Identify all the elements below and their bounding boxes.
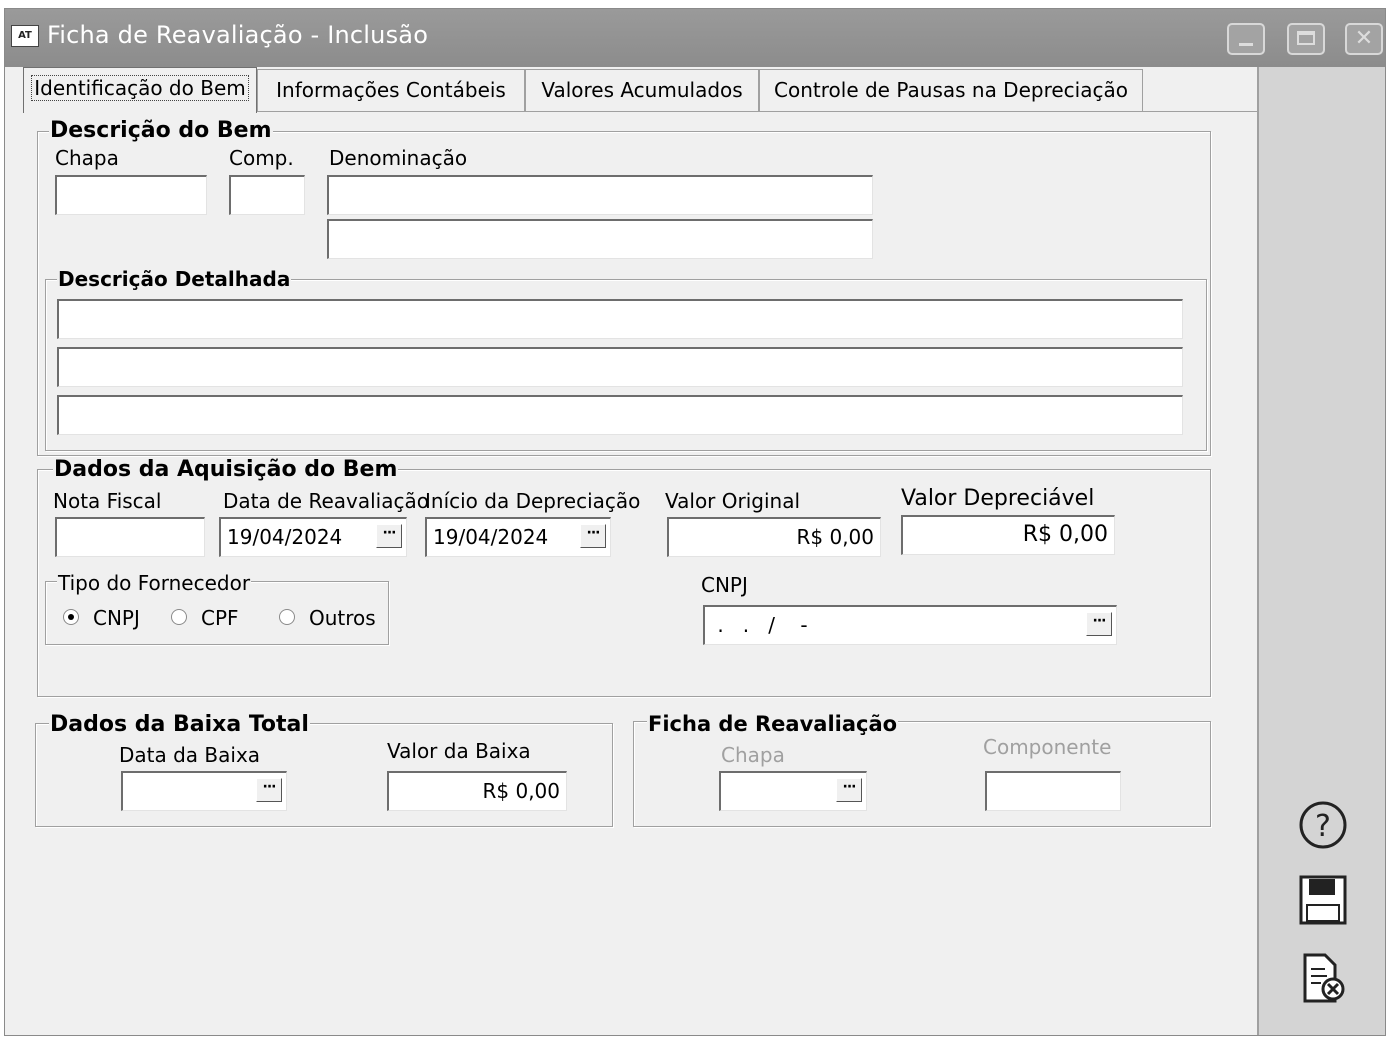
cnpj-mask: . . / - — [711, 613, 808, 637]
nota-fiscal-label: Nota Fiscal — [53, 489, 162, 513]
data-baixa-input[interactable]: ··· — [121, 771, 287, 811]
denominacao-input-1[interactable] — [327, 175, 873, 215]
radio-outros-label[interactable]: Outros — [309, 606, 376, 630]
valor-original-label: Valor Original — [665, 489, 801, 513]
tab-label: Valores Acumulados — [541, 78, 743, 102]
tab-valores-acumulados[interactable]: Valores Acumulados — [525, 69, 759, 111]
radio-cpf-label[interactable]: CPF — [201, 606, 239, 630]
descricao-detalhada-line-1[interactable] — [57, 299, 1183, 339]
comp-label: Comp. — [229, 146, 294, 170]
cnpj-input[interactable]: . . / - ··· — [703, 605, 1117, 645]
tab-label: Controle de Pausas na Depreciação — [774, 78, 1128, 102]
valor-baixa-label: Valor da Baixa — [387, 739, 531, 763]
valor-baixa-input[interactable]: R$ 0,00 — [387, 771, 567, 811]
descricao-detalhada-line-2[interactable] — [57, 347, 1183, 387]
app-icon: AT — [11, 25, 39, 47]
data-reavaliacao-label: Data de Reavaliação — [223, 489, 429, 513]
descricao-detalhada-line-3[interactable] — [57, 395, 1183, 435]
descricao-detalhada-title: Descrição Detalhada — [57, 267, 292, 291]
help-icon[interactable]: ? — [1295, 799, 1351, 851]
cnpj-lookup-button[interactable]: ··· — [1086, 612, 1112, 636]
close-icon: ✕ — [1354, 26, 1374, 51]
inicio-depreciacao-label: Início da Depreciação — [425, 489, 641, 513]
main-window: AT Ficha de Reavaliação - Inclusão ✕ Ide… — [4, 8, 1386, 1036]
valor-depreciavel-input[interactable]: R$ 0,00 — [901, 515, 1115, 555]
chapa-input[interactable] — [55, 175, 207, 215]
cnpj-label: CNPJ — [701, 573, 748, 597]
valor-depreciavel-label: Valor Depreciável — [901, 486, 1095, 511]
descricao-title: Descrição do Bem — [49, 118, 273, 143]
ficha-componente-input[interactable] — [985, 771, 1121, 811]
save-icon[interactable] — [1295, 875, 1351, 927]
tab-controle-pausas[interactable]: Controle de Pausas na Depreciação — [759, 69, 1143, 111]
minimize-button[interactable] — [1227, 23, 1265, 55]
data-reavaliacao-input[interactable]: 19/04/2024 ··· — [219, 517, 407, 557]
tab-identificacao[interactable]: Identificação do Bem — [23, 67, 257, 113]
comp-input[interactable] — [229, 175, 305, 215]
maximize-button[interactable] — [1287, 23, 1325, 55]
tab-label: Identificação do Bem — [31, 75, 249, 101]
svg-text:?: ? — [1315, 809, 1331, 844]
ficha-title: Ficha de Reavaliação — [647, 712, 899, 736]
baixa-title: Dados da Baixa Total — [49, 712, 310, 737]
cancel-document-icon[interactable] — [1295, 953, 1351, 1005]
ficha-chapa-input[interactable]: ··· — [719, 771, 867, 811]
inicio-depreciacao-input[interactable]: 19/04/2024 ··· — [425, 517, 611, 557]
chapa-label: Chapa — [55, 146, 119, 170]
data-baixa-label: Data da Baixa — [119, 743, 261, 767]
tab-label: Informações Contábeis — [276, 78, 506, 102]
title-bar[interactable]: AT Ficha de Reavaliação - Inclusão ✕ — [5, 9, 1385, 67]
close-button[interactable]: ✕ — [1345, 23, 1383, 55]
denominacao-input-2[interactable] — [327, 219, 873, 259]
ficha-chapa-lookup-button[interactable]: ··· — [836, 778, 862, 802]
denominacao-label: Denominação — [329, 146, 468, 170]
aquisicao-title: Dados da Aquisição do Bem — [53, 457, 399, 482]
ficha-chapa-label: Chapa — [721, 743, 785, 767]
ficha-componente-label: Componente — [983, 735, 1112, 759]
data-baixa-picker-button[interactable]: ··· — [256, 778, 282, 802]
inicio-depreciacao-value: 19/04/2024 — [433, 525, 549, 549]
tab-informacoes-contabeis[interactable]: Informações Contábeis — [257, 69, 525, 111]
radio-cnpj[interactable] — [63, 609, 79, 625]
tipo-fornecedor-title: Tipo do Fornecedor — [57, 571, 252, 595]
data-reavaliacao-value: 19/04/2024 — [227, 525, 343, 549]
inicio-depreciacao-picker-button[interactable]: ··· — [580, 524, 606, 548]
radio-cpf[interactable] — [171, 609, 187, 625]
radio-outros[interactable] — [279, 609, 295, 625]
nota-fiscal-input[interactable] — [55, 517, 205, 557]
data-reavaliacao-picker-button[interactable]: ··· — [376, 524, 402, 548]
radio-cnpj-label[interactable]: CNPJ — [93, 606, 140, 630]
window-title: Ficha de Reavaliação - Inclusão — [47, 21, 429, 49]
valor-original-input[interactable]: R$ 0,00 — [667, 517, 881, 557]
